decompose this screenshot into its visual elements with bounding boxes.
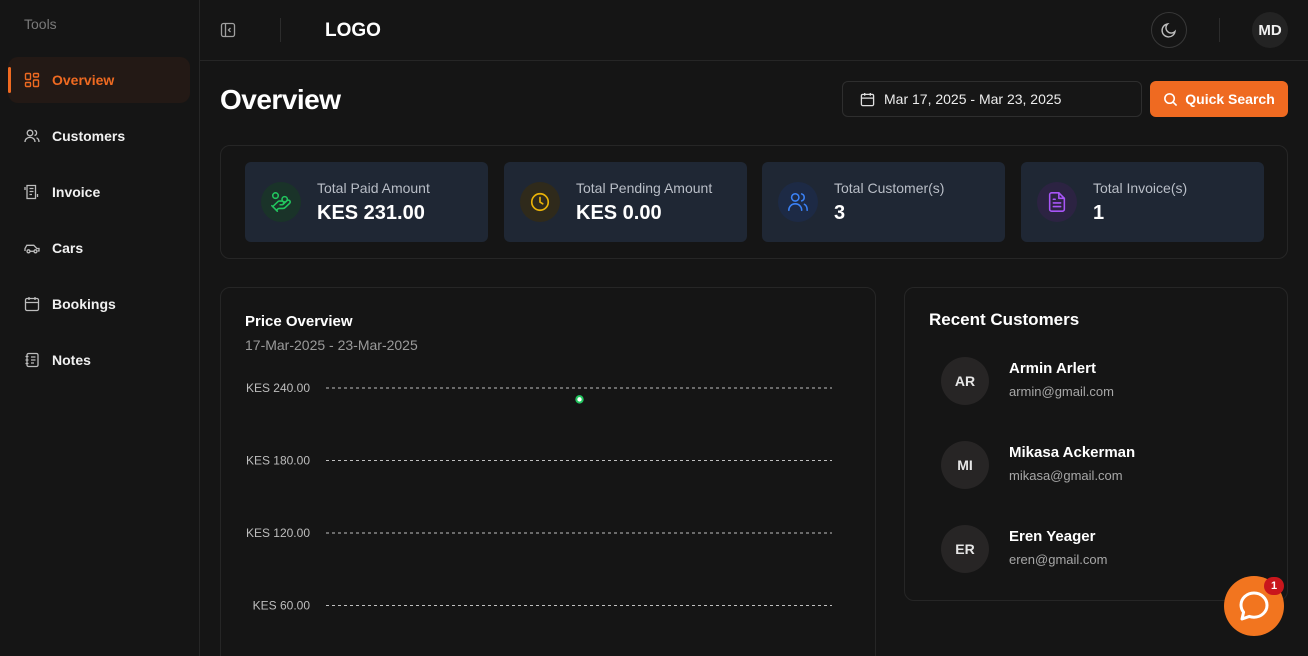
customer-avatar: MI [941, 441, 989, 489]
y-tick-label: KES 120.00 [246, 526, 310, 540]
stat-value: KES 0.00 [576, 202, 662, 224]
user-avatar[interactable]: MD [1252, 12, 1288, 48]
sidebar: Tools Overview Customers Invoice Cars Bo… [0, 0, 200, 656]
chat-bubble-icon [1237, 589, 1271, 623]
notebook-icon [24, 352, 40, 368]
customer-name: Mikasa Ackerman [1009, 444, 1136, 461]
quick-search-label: Quick Search [1185, 91, 1275, 107]
receipt-icon [24, 184, 40, 200]
customer-name: Armin Arlert [1009, 360, 1096, 377]
customer-avatar: ER [941, 525, 989, 573]
quick-search-button[interactable]: Quick Search [1150, 81, 1288, 117]
car-icon [24, 240, 40, 256]
price-overview-card: Price Overview 17-Mar-2025 - 23-Mar-2025… [220, 287, 876, 656]
calendar-icon [24, 296, 40, 312]
clock-icon [520, 182, 560, 222]
calendar-icon [860, 92, 875, 107]
stat-label: Total Customer(s) [834, 180, 945, 196]
stat-card-pending: Total Pending Amount KES 0.00 [504, 162, 747, 242]
sidebar-item-label: Overview [52, 72, 115, 88]
sidebar-item-label: Bookings [52, 296, 116, 312]
stat-card-customers: Total Customer(s) 3 [762, 162, 1005, 242]
sidebar-item-customers[interactable]: Customers [8, 113, 190, 159]
stat-label: Total Pending Amount [576, 180, 713, 196]
customer-email: mikasa@gmail.com [1009, 468, 1123, 483]
recent-customers-card: Recent Customers AR Armin Arlert armin@g… [904, 287, 1288, 601]
customer-avatar: AR [941, 357, 989, 405]
price-chart: KES 240.00 KES 180.00 KES 120.00 KES 60.00 [246, 381, 832, 613]
sidebar-item-invoice[interactable]: Invoice [8, 169, 190, 215]
file-text-icon [1037, 182, 1077, 222]
page-title: Overview [220, 84, 341, 115]
sidebar-heading: Tools [24, 16, 57, 32]
topbar: LOGO MD [200, 0, 1308, 61]
sidebar-item-notes[interactable]: Notes [8, 337, 190, 383]
recent-customers-title: Recent Customers [929, 310, 1080, 329]
users-icon [24, 128, 40, 144]
sidebar-item-label: Cars [52, 240, 84, 256]
customer-email: armin@gmail.com [1009, 384, 1114, 399]
stat-label: Total Paid Amount [317, 180, 430, 196]
y-tick-label: KES 180.00 [246, 454, 310, 468]
sidebar-item-label: Notes [52, 352, 91, 368]
y-tick-label: KES 240.00 [246, 381, 310, 395]
customer-name: Eren Yeager [1009, 528, 1096, 545]
dashboard-icon [24, 72, 40, 88]
divider [1219, 18, 1220, 42]
sidebar-item-overview[interactable]: Overview [8, 57, 190, 103]
sidebar-item-label: Customers [52, 128, 126, 144]
date-range-text: Mar 17, 2025 - Mar 23, 2025 [884, 91, 1062, 107]
stats-panel: Total Paid Amount KES 231.00 Total Pendi… [220, 145, 1288, 259]
y-tick-label: KES 60.00 [253, 599, 311, 613]
logo[interactable]: LOGO [325, 20, 381, 42]
sidebar-item-cars[interactable]: Cars [8, 225, 190, 271]
moon-icon [1160, 21, 1178, 39]
stat-card-paid: Total Paid Amount KES 231.00 [245, 162, 488, 242]
divider [280, 18, 281, 42]
sidebar-collapse-icon[interactable] [220, 22, 236, 38]
users-icon [778, 182, 818, 222]
date-range-picker[interactable]: Mar 17, 2025 - Mar 23, 2025 [842, 81, 1142, 117]
search-icon [1163, 92, 1178, 107]
customer-row[interactable]: AR Armin Arlert armin@gmail.com [941, 357, 1261, 407]
sidebar-item-label: Invoice [52, 184, 101, 200]
stat-label: Total Invoice(s) [1093, 180, 1188, 196]
sidebar-item-bookings[interactable]: Bookings [8, 281, 190, 327]
stat-value: 1 [1093, 202, 1105, 224]
stat-value: 3 [834, 202, 846, 224]
stat-card-invoices: Total Invoice(s) 1 [1021, 162, 1264, 242]
customer-row[interactable]: MI Mikasa Ackerman mikasa@gmail.com [941, 441, 1261, 491]
customer-row[interactable]: ER Eren Yeager eren@gmail.com [941, 525, 1261, 575]
data-point[interactable] [575, 395, 584, 404]
notification-badge: 1 [1264, 577, 1284, 595]
theme-toggle-button[interactable] [1151, 12, 1187, 48]
hand-coins-icon [261, 182, 301, 222]
customer-email: eren@gmail.com [1009, 552, 1108, 567]
stat-value: KES 231.00 [317, 202, 425, 224]
